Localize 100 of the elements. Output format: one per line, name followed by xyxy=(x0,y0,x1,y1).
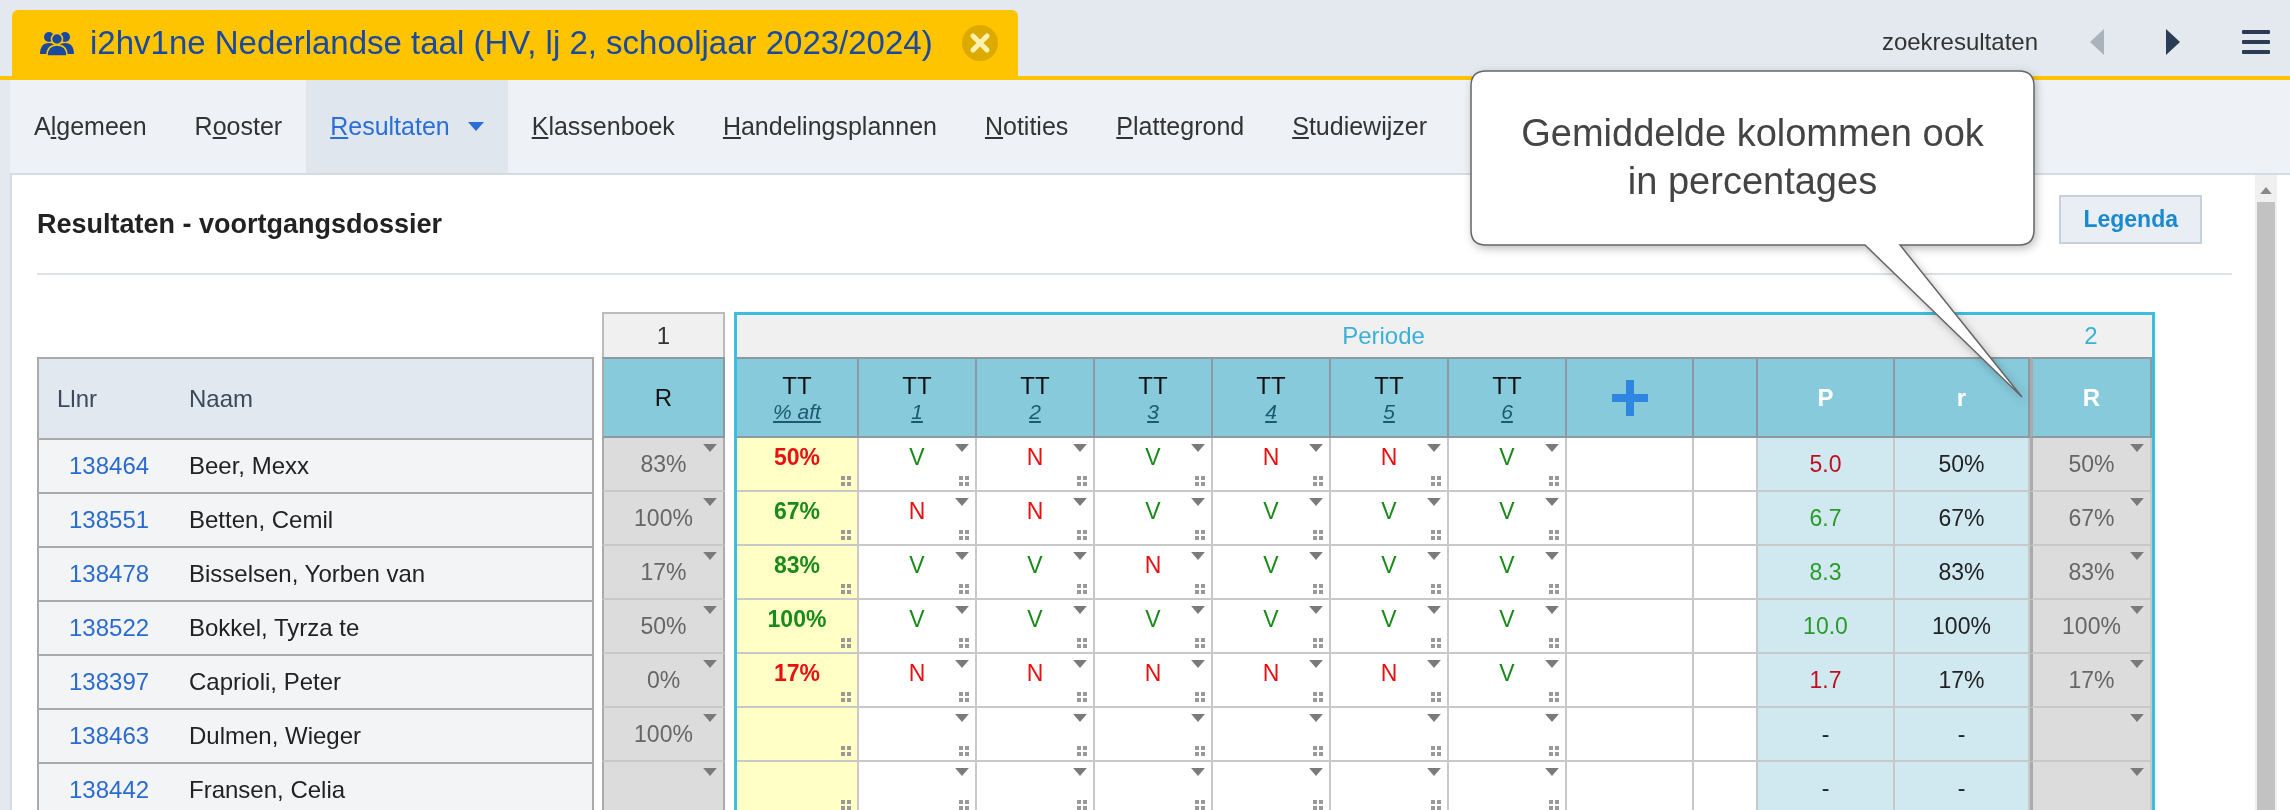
grade-cell[interactable]: V xyxy=(1095,438,1213,492)
menu-icon[interactable] xyxy=(2242,30,2270,54)
grade-cell[interactable]: N xyxy=(859,654,977,708)
caret-icon[interactable] xyxy=(703,714,717,722)
grade-cell[interactable] xyxy=(1095,708,1213,762)
grade-cell[interactable]: 100% xyxy=(602,492,725,546)
grip-icon[interactable] xyxy=(959,584,969,594)
grade-cell[interactable]: N xyxy=(859,492,977,546)
caret-icon[interactable] xyxy=(1073,552,1087,560)
caret-icon[interactable] xyxy=(1073,498,1087,506)
grade-cell[interactable]: 100% xyxy=(737,600,859,654)
scrollbar-thumb[interactable] xyxy=(2257,202,2275,810)
caret-icon[interactable] xyxy=(467,122,484,131)
grip-icon[interactable] xyxy=(959,476,969,486)
grip-icon[interactable] xyxy=(1313,800,1323,810)
caret-icon[interactable] xyxy=(1309,714,1323,722)
caret-icon[interactable] xyxy=(1427,714,1441,722)
grade-cell[interactable] xyxy=(2030,708,2152,762)
caret-icon[interactable] xyxy=(955,444,969,452)
caret-icon[interactable] xyxy=(955,714,969,722)
caret-icon[interactable] xyxy=(1545,660,1559,668)
grade-cell[interactable]: N xyxy=(1095,546,1213,600)
grade-cell[interactable] xyxy=(1331,708,1449,762)
caret-icon[interactable] xyxy=(703,552,717,560)
grade-cell[interactable]: V xyxy=(1095,492,1213,546)
caret-icon[interactable] xyxy=(1545,552,1559,560)
grade-cell[interactable]: V xyxy=(1331,600,1449,654)
legend-button[interactable]: Legenda xyxy=(2059,194,2202,244)
grip-icon[interactable] xyxy=(1077,746,1087,756)
grade-cell[interactable]: N xyxy=(977,654,1095,708)
grip-icon[interactable] xyxy=(959,692,969,702)
caret-icon[interactable] xyxy=(703,444,717,452)
caret-icon[interactable] xyxy=(1427,768,1441,776)
caret-icon[interactable] xyxy=(1073,606,1087,614)
caret-icon[interactable] xyxy=(1191,660,1205,668)
caret-icon[interactable] xyxy=(2130,768,2144,776)
grade-cell[interactable]: 17% xyxy=(737,654,859,708)
caret-icon[interactable] xyxy=(1309,498,1323,506)
caret-icon[interactable] xyxy=(703,498,717,506)
caret-icon[interactable] xyxy=(1191,606,1205,614)
column-link[interactable]: 2 xyxy=(1029,399,1041,424)
add-icon[interactable] xyxy=(1611,379,1648,416)
grade-cell[interactable]: V xyxy=(1449,546,1567,600)
caret-icon[interactable] xyxy=(1309,444,1323,452)
caret-icon[interactable] xyxy=(1427,444,1441,452)
grade-cell[interactable] xyxy=(1449,708,1567,762)
grip-icon[interactable] xyxy=(1549,476,1559,486)
grip-icon[interactable] xyxy=(1077,800,1087,810)
grade-cell[interactable] xyxy=(602,762,725,810)
grade-cell[interactable]: V xyxy=(1449,654,1567,708)
grade-cell[interactable]: V xyxy=(1331,492,1449,546)
grip-icon[interactable] xyxy=(841,584,851,594)
caret-icon[interactable] xyxy=(1073,444,1087,452)
grip-icon[interactable] xyxy=(1313,530,1323,540)
grade-cell[interactable]: V xyxy=(1213,600,1331,654)
caret-icon[interactable] xyxy=(2130,498,2144,506)
grade-cell[interactable]: V xyxy=(1449,438,1567,492)
grade-cell[interactable]: 83% xyxy=(2030,546,2152,600)
grade-cell[interactable]: N xyxy=(977,492,1095,546)
grip-icon[interactable] xyxy=(1313,746,1323,756)
nav-tab[interactable]: Resultaten xyxy=(306,80,508,173)
scrollbar[interactable] xyxy=(2255,175,2277,810)
grade-cell[interactable]: V xyxy=(1213,492,1331,546)
next-icon[interactable] xyxy=(2166,29,2180,55)
grip-icon[interactable] xyxy=(1077,638,1087,648)
column-link[interactable]: 3 xyxy=(1147,399,1159,424)
grade-cell[interactable] xyxy=(1213,708,1331,762)
grade-cell[interactable]: 100% xyxy=(602,708,725,762)
student-number-link[interactable]: 138442 xyxy=(39,776,189,804)
caret-icon[interactable] xyxy=(955,768,969,776)
grip-icon[interactable] xyxy=(1195,530,1205,540)
grade-cell[interactable]: V xyxy=(1449,492,1567,546)
student-number-link[interactable]: 138478 xyxy=(39,560,189,588)
grip-icon[interactable] xyxy=(1313,476,1323,486)
caret-icon[interactable] xyxy=(1191,498,1205,506)
grade-cell[interactable]: N xyxy=(1331,438,1449,492)
student-number-link[interactable]: 138397 xyxy=(39,668,189,696)
grade-cell[interactable] xyxy=(2030,762,2152,810)
column-link[interactable]: 5 xyxy=(1383,399,1395,424)
caret-icon[interactable] xyxy=(2130,552,2144,560)
caret-icon[interactable] xyxy=(1191,714,1205,722)
grip-icon[interactable] xyxy=(1195,638,1205,648)
grip-icon[interactable] xyxy=(1195,746,1205,756)
caret-icon[interactable] xyxy=(1545,444,1559,452)
caret-icon[interactable] xyxy=(1545,768,1559,776)
nav-tab[interactable]: Klassenboek xyxy=(507,80,699,173)
grade-cell[interactable]: 17% xyxy=(2030,654,2152,708)
grip-icon[interactable] xyxy=(1549,800,1559,810)
column-link[interactable]: 1 xyxy=(911,399,923,424)
grip-icon[interactable] xyxy=(1077,584,1087,594)
grade-cell[interactable]: 50% xyxy=(602,600,725,654)
grade-cell[interactable]: N xyxy=(977,438,1095,492)
caret-icon[interactable] xyxy=(1191,552,1205,560)
caret-icon[interactable] xyxy=(1073,714,1087,722)
grip-icon[interactable] xyxy=(1431,476,1441,486)
caret-icon[interactable] xyxy=(1309,660,1323,668)
grip-icon[interactable] xyxy=(959,800,969,810)
grade-cell[interactable]: V xyxy=(859,546,977,600)
student-number-link[interactable]: 138464 xyxy=(39,452,189,480)
grade-cell[interactable] xyxy=(977,708,1095,762)
